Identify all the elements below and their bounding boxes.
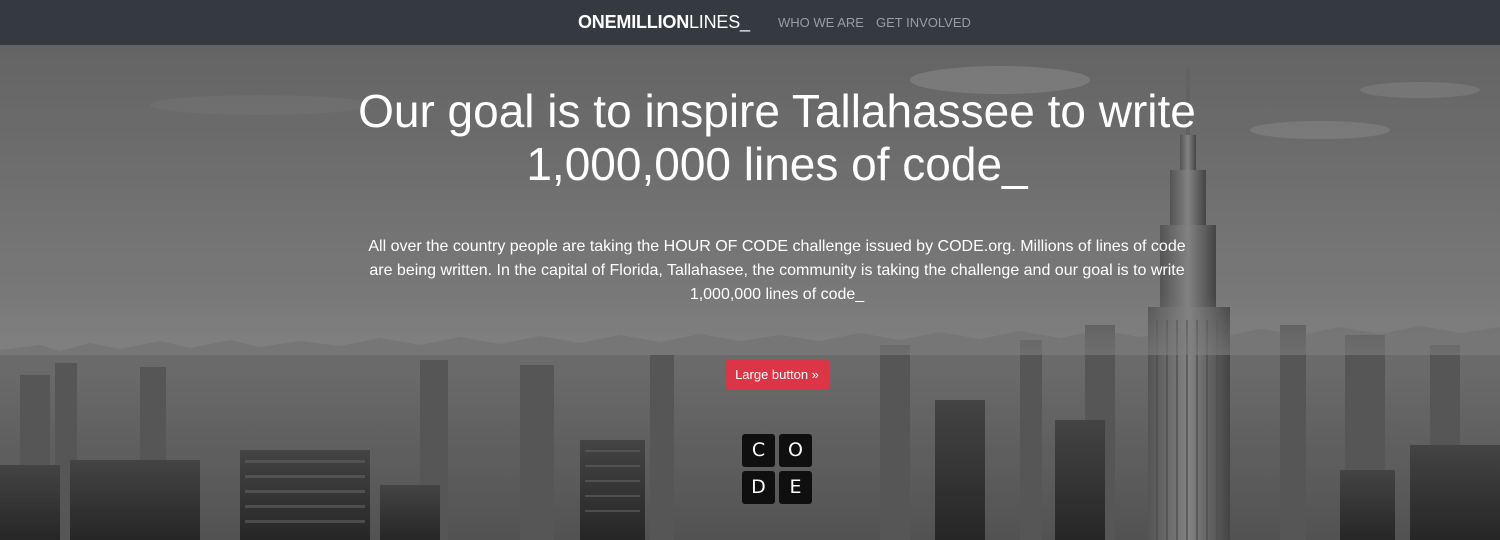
hero-headline: Our goal is to inspire Tallahassee to wr… bbox=[358, 85, 1196, 190]
code-logo-tile-c: C bbox=[742, 434, 775, 467]
top-navbar: ONEMILLIONLINES_ WHO WE ARE GET INVOLVED bbox=[0, 0, 1500, 45]
nav-link-who-we-are[interactable]: WHO WE ARE bbox=[778, 15, 864, 31]
hero-section: Our goal is to inspire Tallahassee to wr… bbox=[0, 45, 1500, 540]
nav-link-get-involved[interactable]: GET INVOLVED bbox=[876, 15, 971, 31]
code-logo-tile-e: E bbox=[779, 471, 812, 504]
code-logo-tile-d: D bbox=[742, 471, 775, 504]
code-org-logo[interactable]: C O D E bbox=[742, 434, 812, 504]
code-logo-tile-o: O bbox=[779, 434, 812, 467]
hero-lead-paragraph: All over the country people are taking t… bbox=[368, 238, 1186, 303]
brand-bold-text: ONEMILLION bbox=[578, 12, 689, 32]
brand-logo[interactable]: ONEMILLIONLINES_ bbox=[578, 11, 750, 33]
large-button[interactable]: Large button » bbox=[725, 359, 829, 390]
brand-light-text: LINES_ bbox=[689, 12, 750, 32]
